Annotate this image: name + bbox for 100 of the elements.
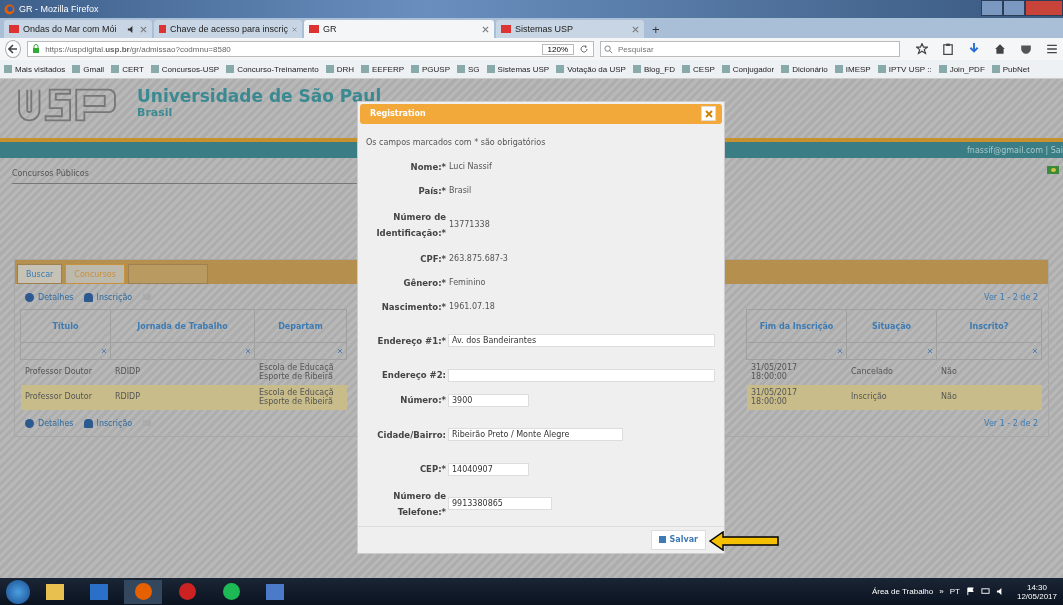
clear-filter-icon[interactable] bbox=[101, 348, 107, 354]
download-icon[interactable] bbox=[968, 43, 980, 55]
back-arrow-icon bbox=[8, 44, 19, 54]
user-email: fnassif@gmail.com | Sai bbox=[967, 145, 1063, 155]
shield-icon[interactable] bbox=[1020, 43, 1032, 55]
table-cell: Professor Doutor bbox=[21, 385, 111, 410]
bookmark-link[interactable]: Concursos-USP bbox=[150, 64, 220, 74]
site-title: Universidade de São Paul bbox=[137, 86, 382, 106]
field-label: País:* bbox=[417, 184, 446, 198]
bookmark-link[interactable]: Votação da USP bbox=[556, 64, 626, 74]
bookmark-link[interactable]: IMESP bbox=[834, 64, 871, 74]
field-value: Feminino bbox=[449, 278, 486, 288]
bookmark-link[interactable]: Dicionário bbox=[781, 64, 828, 74]
favicon-icon bbox=[309, 25, 319, 33]
browser-icon[interactable] bbox=[124, 579, 162, 604]
search-field[interactable]: Pesquisar bbox=[600, 41, 900, 57]
toolbar-chevron[interactable]: » bbox=[939, 587, 944, 596]
table-cell: Inscrição bbox=[847, 385, 937, 410]
field-label: CPF:* bbox=[419, 252, 446, 266]
close-tab-icon[interactable] bbox=[140, 25, 147, 33]
bookmark-link[interactable]: Conjugador bbox=[721, 64, 775, 74]
clear-filter-icon[interactable] bbox=[1032, 348, 1038, 354]
field-label: Cidade/Bairro: bbox=[376, 428, 446, 442]
clear-filter-icon[interactable] bbox=[837, 348, 843, 354]
bookmark-link[interactable]: Mais visitados bbox=[4, 64, 66, 74]
field-label: Número de Identificação:* bbox=[375, 210, 446, 240]
bookmark-link[interactable]: EEFERP bbox=[361, 64, 404, 74]
bookmark-link[interactable]: DRH bbox=[325, 64, 354, 74]
field-value: 1961.07.18 bbox=[449, 302, 495, 312]
field-label: Gênero:* bbox=[402, 276, 446, 290]
field-label: Endereço #1:* bbox=[376, 334, 446, 348]
network-icon[interactable] bbox=[980, 587, 990, 596]
field-label: Número:* bbox=[399, 394, 446, 408]
bookmark-link[interactable]: SG bbox=[457, 64, 480, 74]
clear-filter-icon[interactable] bbox=[927, 348, 933, 354]
input-field[interactable]: 3900 bbox=[448, 393, 529, 407]
bookmark-link[interactable]: CERT bbox=[111, 64, 144, 74]
close-tab-icon[interactable] bbox=[632, 25, 639, 33]
bookmark-link[interactable]: Concurso-Treinamento bbox=[226, 64, 319, 74]
flag-icon[interactable] bbox=[1047, 166, 1059, 174]
firefox-icon bbox=[4, 3, 15, 15]
field-label: Endereço #2: bbox=[381, 369, 446, 383]
bookmark-link[interactable]: PubNet bbox=[991, 64, 1030, 74]
bookmark-link[interactable]: CESP bbox=[682, 64, 715, 74]
clear-filter-icon[interactable] bbox=[245, 348, 251, 354]
home-icon[interactable] bbox=[994, 43, 1006, 55]
flag-tray-icon[interactable] bbox=[965, 587, 975, 596]
table-cell: Não bbox=[937, 385, 1042, 410]
field-label: CEP:* bbox=[418, 463, 446, 477]
table-cell: RDIDP bbox=[111, 385, 255, 410]
address-bar[interactable]: https://uspdigital.usp.br/gr/admissao?codmnu=8580 120% bbox=[27, 41, 594, 57]
browser-tab[interactable]: Ondas do Mar com Mói bbox=[4, 20, 152, 38]
table-cell-text: RDIDP bbox=[114, 366, 142, 379]
input-field[interactable]: Av. dos Bandeirantes bbox=[448, 334, 715, 348]
back-button[interactable] bbox=[5, 40, 22, 58]
required-note: Os campos marcados com * são obrigatórios bbox=[366, 137, 547, 147]
new-tab-button[interactable]: + bbox=[646, 20, 666, 38]
browser-tab[interactable]: Sistemas USP bbox=[496, 20, 644, 38]
table-cell-text: Não bbox=[940, 366, 958, 379]
input-field[interactable]: 9913380865 bbox=[448, 497, 552, 511]
bookmark-link[interactable]: PGUSP bbox=[411, 64, 451, 74]
clock-time[interactable]: 14:30 bbox=[1026, 582, 1047, 592]
table-cell: Escola de Educaçã Esporte de Ribeirã bbox=[255, 385, 347, 410]
input-field[interactable]: 14040907 bbox=[448, 462, 529, 476]
zoom-level[interactable]: 120% bbox=[541, 43, 574, 55]
browser-tab[interactable]: Chave de acesso para inscriç bbox=[154, 20, 302, 38]
bookmark-link[interactable]: Sistemas USP bbox=[486, 64, 550, 74]
table-cell-text: Cancelado bbox=[850, 366, 894, 379]
close-tab-icon[interactable] bbox=[292, 25, 297, 33]
clear-filter-icon[interactable] bbox=[337, 348, 343, 354]
browser-tab[interactable]: GR bbox=[304, 20, 494, 38]
start-button[interactable] bbox=[6, 579, 30, 604]
bookmark-link[interactable]: Join_PDF bbox=[938, 64, 985, 74]
bookmark-link[interactable]: IPTV USP :: bbox=[877, 64, 932, 74]
close-icon bbox=[704, 109, 713, 118]
input-field[interactable] bbox=[448, 368, 715, 382]
lock-icon bbox=[32, 44, 41, 54]
reload-icon[interactable] bbox=[579, 44, 589, 54]
table-cell-text: Escola de Educaçã Esporte de Ribeirã bbox=[258, 361, 335, 383]
pager-text: Ver 1 - 2 de 2 bbox=[984, 418, 1038, 428]
clock-date[interactable]: 12/05/2017 bbox=[1016, 591, 1057, 601]
close-tab-icon[interactable] bbox=[482, 25, 489, 33]
menu-icon[interactable] bbox=[1046, 43, 1058, 55]
clipboard-icon[interactable] bbox=[942, 43, 954, 55]
close-button[interactable] bbox=[1025, 0, 1063, 16]
field-value: Brasil bbox=[449, 186, 472, 196]
star-icon[interactable] bbox=[916, 43, 928, 55]
arrow-annotation bbox=[709, 531, 779, 551]
save-button[interactable]: Salvar bbox=[650, 529, 706, 550]
favicon-icon bbox=[9, 25, 19, 33]
favicon-icon bbox=[501, 25, 511, 33]
bookmark-link[interactable]: Gmail bbox=[72, 64, 105, 74]
input-field[interactable]: Ribeirão Preto / Monte Alegre bbox=[448, 428, 623, 442]
language-indicator[interactable]: PT bbox=[949, 587, 960, 596]
minimize-button[interactable] bbox=[981, 0, 1003, 16]
maximize-button[interactable] bbox=[1003, 0, 1025, 16]
desktop-toolbar-label[interactable]: Área de Trabalho bbox=[871, 587, 934, 596]
bookmark-link[interactable]: Blog_FD bbox=[632, 64, 675, 74]
field-value: Luci Nassif bbox=[449, 162, 492, 172]
table-cell-text: Professor Doutor bbox=[24, 366, 93, 379]
